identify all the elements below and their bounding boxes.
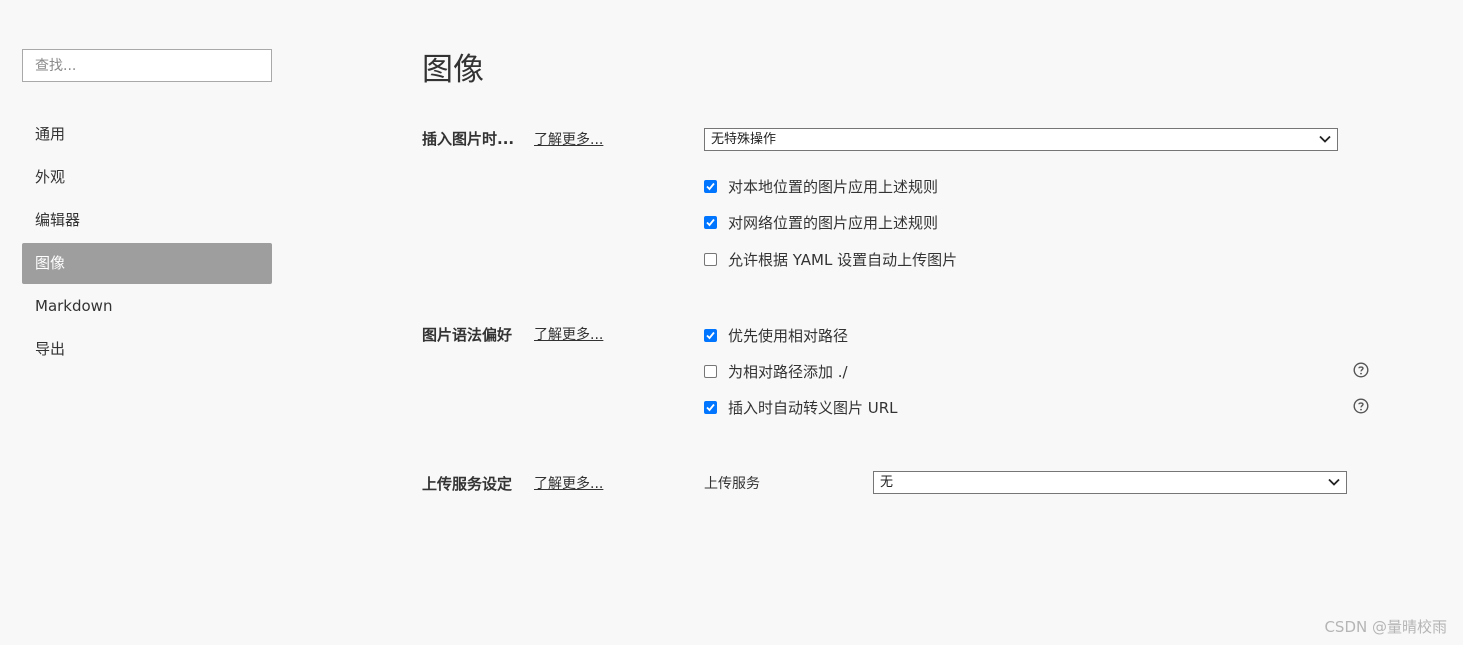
apply-network-label: 对网络位置的图片应用上述规则 bbox=[728, 213, 939, 232]
learn-more-link-upload[interactable]: 了解更多... bbox=[534, 473, 603, 493]
sidebar-nav: 通用 外观 编辑器 图像 Markdown 导出 bbox=[22, 114, 272, 370]
upload-service-select[interactable]: 无 bbox=[873, 471, 1347, 494]
chevron-down-icon bbox=[1328, 478, 1340, 486]
insert-action-select[interactable]: 无特殊操作 bbox=[704, 128, 1338, 151]
checkmark-icon bbox=[706, 403, 715, 411]
option-add-dot-slash: 为相对路径添加 ./ bbox=[704, 361, 848, 381]
sidebar: 通用 外观 编辑器 图像 Markdown 导出 bbox=[22, 49, 272, 372]
search-input[interactable] bbox=[22, 49, 272, 82]
checkmark-icon bbox=[706, 331, 715, 339]
add-dot-slash-checkbox[interactable] bbox=[704, 364, 717, 378]
sidebar-item-markdown[interactable]: Markdown bbox=[22, 286, 272, 327]
yaml-upload-label: 允许根据 YAML 设置自动上传图片 bbox=[728, 250, 958, 269]
yaml-upload-checkbox[interactable] bbox=[704, 252, 717, 266]
section-label-syntax: 图片语法偏好 bbox=[422, 326, 513, 344]
section-label-insert: 插入图片时... bbox=[422, 130, 515, 148]
apply-local-label: 对本地位置的图片应用上述规则 bbox=[728, 177, 939, 196]
sidebar-item-general[interactable]: 通用 bbox=[22, 114, 272, 155]
upload-service-label: 上传服务 bbox=[704, 476, 760, 492]
checkmark-icon bbox=[706, 218, 715, 226]
insert-action-select-value: 无特殊操作 bbox=[711, 132, 777, 147]
sidebar-item-editor[interactable]: 编辑器 bbox=[22, 200, 272, 241]
checkmark-icon bbox=[706, 182, 715, 190]
option-apply-local: 对本地位置的图片应用上述规则 bbox=[704, 176, 938, 196]
learn-more-link-syntax[interactable]: 了解更多... bbox=[534, 324, 603, 344]
page-title: 图像 bbox=[422, 52, 484, 88]
option-prefer-relative: 优先使用相对路径 bbox=[704, 325, 848, 345]
escape-url-checkbox[interactable] bbox=[704, 400, 717, 414]
add-dot-slash-label: 为相对路径添加 ./ bbox=[728, 362, 848, 381]
section-label-upload: 上传服务设定 bbox=[422, 475, 513, 493]
help-icon[interactable] bbox=[1353, 362, 1369, 378]
apply-local-checkbox[interactable] bbox=[704, 179, 717, 193]
option-escape-url: 插入时自动转义图片 URL bbox=[704, 397, 898, 417]
option-yaml-upload: 允许根据 YAML 设置自动上传图片 bbox=[704, 249, 957, 269]
chevron-down-icon bbox=[1319, 135, 1331, 143]
learn-more-link-insert[interactable]: 了解更多... bbox=[534, 129, 603, 149]
help-icon[interactable] bbox=[1353, 398, 1369, 414]
watermark: CSDN @量晴校雨 bbox=[1324, 618, 1447, 636]
option-apply-network: 对网络位置的图片应用上述规则 bbox=[704, 212, 938, 232]
sidebar-item-appearance[interactable]: 外观 bbox=[22, 157, 272, 198]
upload-service-select-value: 无 bbox=[880, 475, 894, 490]
prefer-relative-label: 优先使用相对路径 bbox=[728, 326, 849, 345]
prefer-relative-checkbox[interactable] bbox=[704, 328, 717, 342]
sidebar-item-export[interactable]: 导出 bbox=[22, 329, 272, 370]
sidebar-item-image[interactable]: 图像 bbox=[22, 243, 272, 284]
apply-network-checkbox[interactable] bbox=[704, 215, 717, 229]
escape-url-label: 插入时自动转义图片 URL bbox=[728, 398, 898, 417]
